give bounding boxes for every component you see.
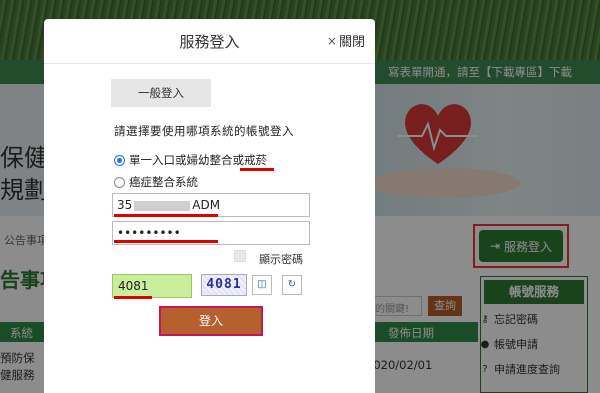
- username-suffix: ADM: [192, 198, 221, 212]
- close-button[interactable]: × 關閉: [326, 31, 365, 51]
- radio-label-single-entry: 單一入口或婦幼整合或戒菸: [129, 153, 267, 167]
- captcha-audio-icon[interactable]: ◫: [252, 275, 272, 295]
- annotation-underline: [114, 214, 218, 217]
- radio-button-checked[interactable]: [114, 154, 125, 166]
- general-login-tab[interactable]: 一般登入: [111, 79, 211, 107]
- annotation-underline: [114, 296, 152, 299]
- radio-button-unchecked[interactable]: [114, 176, 125, 188]
- system-select-prompt: 請選擇要使用哪項系統的帳號登入: [114, 124, 294, 138]
- captcha-input[interactable]: 4081: [112, 274, 192, 298]
- annotation-underline: [114, 240, 218, 243]
- show-password-label: 顯示密碼: [259, 253, 303, 266]
- close-label: 關閉: [338, 35, 365, 50]
- annotation-underline: [240, 168, 274, 171]
- captcha-image: 4081: [201, 274, 247, 296]
- login-modal: 服務登入 × 關閉 一般登入 請選擇要使用哪項系統的帳號登入 單一入口或婦幼整合…: [44, 19, 375, 393]
- radio-label-cancer: 癌症整合系統: [129, 175, 198, 189]
- radio-option-single-entry[interactable]: 單一入口或婦幼整合或戒菸: [114, 152, 267, 168]
- username-redacted: [134, 200, 191, 211]
- close-icon: ×: [326, 33, 337, 48]
- show-password-checkbox[interactable]: [234, 250, 246, 262]
- radio-option-cancer[interactable]: 癌症整合系統: [114, 174, 198, 190]
- modal-title: 服務登入: [179, 33, 240, 51]
- login-button[interactable]: 登入: [161, 308, 261, 334]
- username-prefix: 35: [117, 198, 133, 212]
- modal-header: 服務登入 × 關閉: [44, 19, 375, 64]
- refresh-icon[interactable]: ↻: [282, 275, 302, 295]
